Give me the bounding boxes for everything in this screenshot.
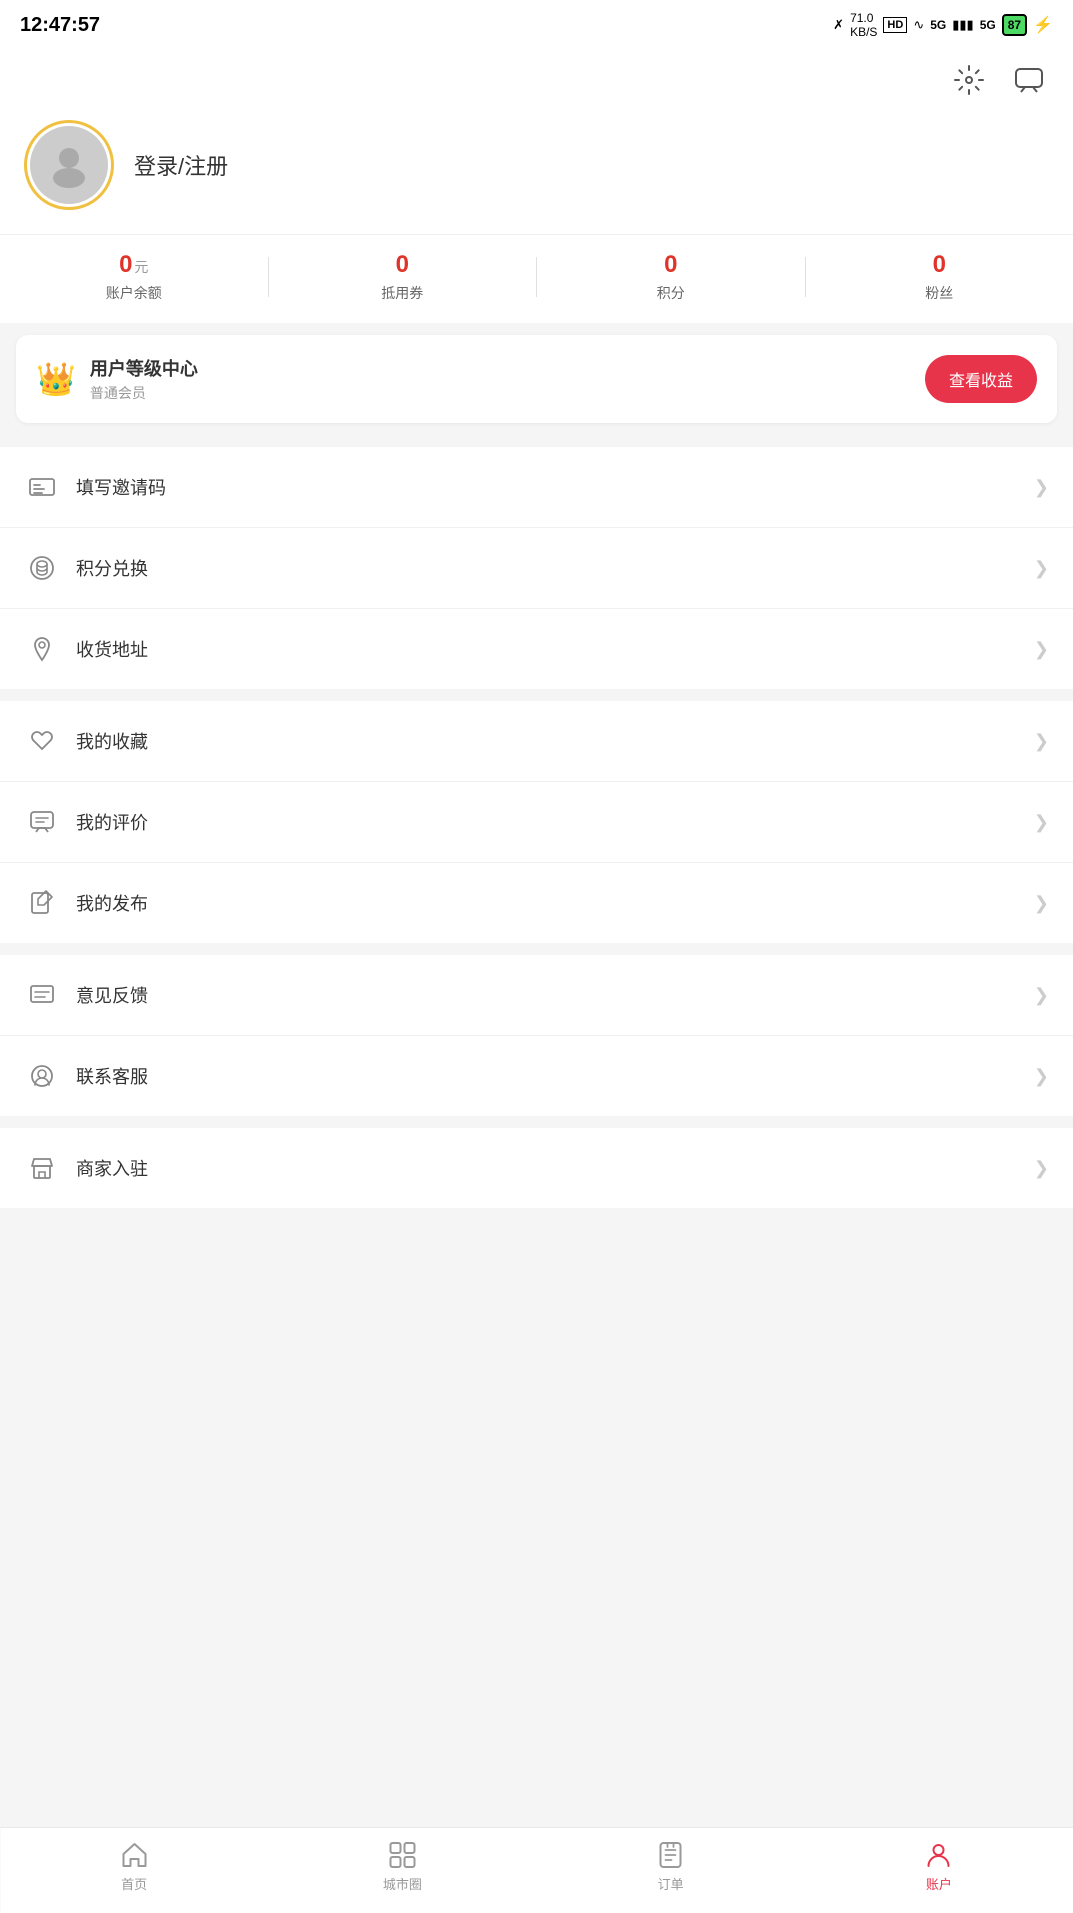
shipping-address-arrow: ❯ xyxy=(1034,639,1049,660)
my-posts-icon xyxy=(24,885,60,921)
bottom-spacer xyxy=(0,1208,1073,1308)
my-posts-label: 我的发布 xyxy=(76,890,1034,916)
home-icon xyxy=(119,1840,149,1870)
stats-row: 0 元 账户余额 0 抵用券 0 积分 0 粉丝 xyxy=(0,234,1073,323)
menu-item-my-posts[interactable]: 我的发布 ❯ xyxy=(0,863,1073,943)
shipping-address-icon xyxy=(24,631,60,667)
reviews-icon xyxy=(24,804,60,840)
merchant-join-label: 商家入驻 xyxy=(76,1155,1034,1181)
orders-icon xyxy=(656,1840,686,1870)
signal-bars-icon: ▮▮▮ xyxy=(952,17,973,33)
status-bar: 12:47:57 ✗ 71.0KB/S HD ∿ 5G ▮▮▮ 5G 87 ⚡ xyxy=(0,0,1073,50)
signal-5g-icon: 5G xyxy=(930,18,946,32)
nav-item-account[interactable]: 账户 xyxy=(805,1840,1073,1893)
my-posts-arrow: ❯ xyxy=(1034,893,1049,914)
customer-service-arrow: ❯ xyxy=(1034,1066,1049,1087)
menu-item-feedback[interactable]: 意见反馈 ❯ xyxy=(0,955,1073,1036)
fans-label: 粉丝 xyxy=(925,283,953,303)
merchant-join-icon xyxy=(24,1150,60,1186)
bottom-nav: 首页 城市圈 订单 xyxy=(0,1827,1073,1913)
battery-icon: 87 xyxy=(1002,14,1027,36)
vip-text: 用户等级中心 普通会员 xyxy=(90,355,198,403)
stat-points[interactable]: 0 积分 xyxy=(537,251,805,303)
customer-service-icon xyxy=(24,1058,60,1094)
vip-info: 👑 用户等级中心 普通会员 xyxy=(36,355,198,403)
crown-icon: 👑 xyxy=(36,360,76,398)
menu-item-customer-service[interactable]: 联系客服 ❯ xyxy=(0,1036,1073,1116)
stat-balance[interactable]: 0 元 账户余额 xyxy=(0,251,268,303)
favorites-icon xyxy=(24,723,60,759)
nav-item-orders[interactable]: 订单 xyxy=(537,1840,805,1893)
city-circle-icon xyxy=(387,1840,417,1870)
nav-item-home[interactable]: 首页 xyxy=(0,1840,268,1893)
coupon-value: 0 xyxy=(396,251,409,279)
stat-fans[interactable]: 0 粉丝 xyxy=(806,251,1073,303)
points-label: 积分 xyxy=(657,283,685,303)
stat-coupon[interactable]: 0 抵用券 xyxy=(269,251,537,303)
invite-code-arrow: ❯ xyxy=(1034,477,1049,498)
menu-section-1: 填写邀请码 ❯ 积分兑换 ❯ 收货地址 ❯ xyxy=(0,447,1073,689)
vip-title: 用户等级中心 xyxy=(90,355,198,381)
message-button[interactable] xyxy=(1009,60,1049,100)
customer-service-label: 联系客服 xyxy=(76,1063,1034,1089)
menu-item-invite-code[interactable]: 填写邀请码 ❯ xyxy=(0,447,1073,528)
points-exchange-arrow: ❯ xyxy=(1034,558,1049,579)
nav-account-label: 账户 xyxy=(926,1874,952,1893)
account-icon xyxy=(924,1840,954,1870)
coupon-label: 抵用券 xyxy=(381,283,423,303)
section-gap-4 xyxy=(0,1116,1073,1128)
points-exchange-label: 积分兑换 xyxy=(76,555,1034,581)
shipping-address-label: 收货地址 xyxy=(76,636,1034,662)
avatar-image xyxy=(30,126,108,204)
favorites-arrow: ❯ xyxy=(1034,731,1049,752)
profile-section: 登录/注册 xyxy=(0,110,1073,234)
merchant-join-arrow: ❯ xyxy=(1034,1158,1049,1179)
menu-item-reviews[interactable]: 我的评价 ❯ xyxy=(0,782,1073,863)
points-value: 0 xyxy=(664,251,677,279)
speed-indicator: 71.0KB/S xyxy=(850,11,877,39)
hd-icon: HD xyxy=(883,17,907,33)
balance-value: 0 xyxy=(119,251,132,279)
charging-icon: ⚡ xyxy=(1033,15,1053,35)
signal-5g-2-icon: 5G xyxy=(980,18,996,32)
balance-unit: 元 xyxy=(134,257,148,277)
reviews-label: 我的评价 xyxy=(76,809,1034,835)
section-gap-1 xyxy=(0,435,1073,447)
menu-item-favorites[interactable]: 我的收藏 ❯ xyxy=(0,701,1073,782)
feedback-label: 意见反馈 xyxy=(76,982,1034,1008)
nav-city-circle-label: 城市圈 xyxy=(383,1874,422,1893)
wifi-icon: ∿ xyxy=(913,17,924,33)
section-gap-3 xyxy=(0,943,1073,955)
section-gap-2 xyxy=(0,689,1073,701)
feedback-icon xyxy=(24,977,60,1013)
menu-section-2: 我的收藏 ❯ 我的评价 ❯ 我的发布 ❯ xyxy=(0,701,1073,943)
favorites-label: 我的收藏 xyxy=(76,728,1034,754)
header-actions xyxy=(0,50,1073,110)
reviews-arrow: ❯ xyxy=(1034,812,1049,833)
feedback-arrow: ❯ xyxy=(1034,985,1049,1006)
nav-home-label: 首页 xyxy=(121,1874,147,1893)
status-time: 12:47:57 xyxy=(20,14,100,37)
invite-code-label: 填写邀请码 xyxy=(76,474,1034,500)
fans-value: 0 xyxy=(933,251,946,279)
points-exchange-icon xyxy=(24,550,60,586)
avatar[interactable] xyxy=(24,120,114,210)
view-earnings-button[interactable]: 查看收益 xyxy=(925,355,1037,403)
bluetooth-icon: ✗ xyxy=(833,17,844,33)
nav-item-city-circle[interactable]: 城市圈 xyxy=(268,1840,536,1893)
invite-code-icon xyxy=(24,469,60,505)
login-register-link[interactable]: 登录/注册 xyxy=(134,149,228,181)
status-icons: ✗ 71.0KB/S HD ∿ 5G ▮▮▮ 5G 87 ⚡ xyxy=(833,11,1053,39)
menu-item-shipping-address[interactable]: 收货地址 ❯ xyxy=(0,609,1073,689)
vip-subtitle: 普通会员 xyxy=(90,383,198,403)
menu-section-4: 商家入驻 ❯ xyxy=(0,1128,1073,1208)
menu-item-merchant-join[interactable]: 商家入驻 ❯ xyxy=(0,1128,1073,1208)
vip-card: 👑 用户等级中心 普通会员 查看收益 xyxy=(16,335,1057,423)
menu-item-points-exchange[interactable]: 积分兑换 ❯ xyxy=(0,528,1073,609)
nav-orders-label: 订单 xyxy=(658,1874,684,1893)
menu-section-3: 意见反馈 ❯ 联系客服 ❯ xyxy=(0,955,1073,1116)
settings-button[interactable] xyxy=(949,60,989,100)
balance-label: 账户余额 xyxy=(106,283,162,303)
